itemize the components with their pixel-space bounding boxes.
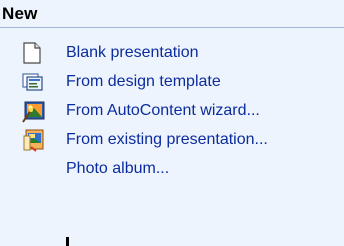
new-task-list: Blank presentation From design template [0,38,344,183]
blank-presentation-label: Blank presentation [66,43,199,61]
clipped-next-item-stub [66,237,69,246]
from-existing-presentation-label: From existing presentation... [66,130,268,148]
new-blank-presentation-link[interactable]: Blank presentation [0,38,344,67]
design-template-icon [22,70,56,94]
existing-presentation-icon [22,128,56,152]
new-photo-album-link[interactable]: Photo album... [0,154,344,183]
autocontent-wizard-icon [22,99,56,123]
new-from-autocontent-wizard-link[interactable]: From AutoContent wizard... [0,96,344,125]
from-autocontent-wizard-label: From AutoContent wizard... [66,101,260,119]
photo-album-label: Photo album... [66,159,170,177]
blank-document-icon [22,41,56,65]
section-title-new: New [2,4,38,23]
from-design-template-label: From design template [66,72,221,90]
section-divider [0,27,344,28]
new-from-design-template-link[interactable]: From design template [0,67,344,96]
new-from-existing-presentation-link[interactable]: From existing presentation... [0,125,344,154]
